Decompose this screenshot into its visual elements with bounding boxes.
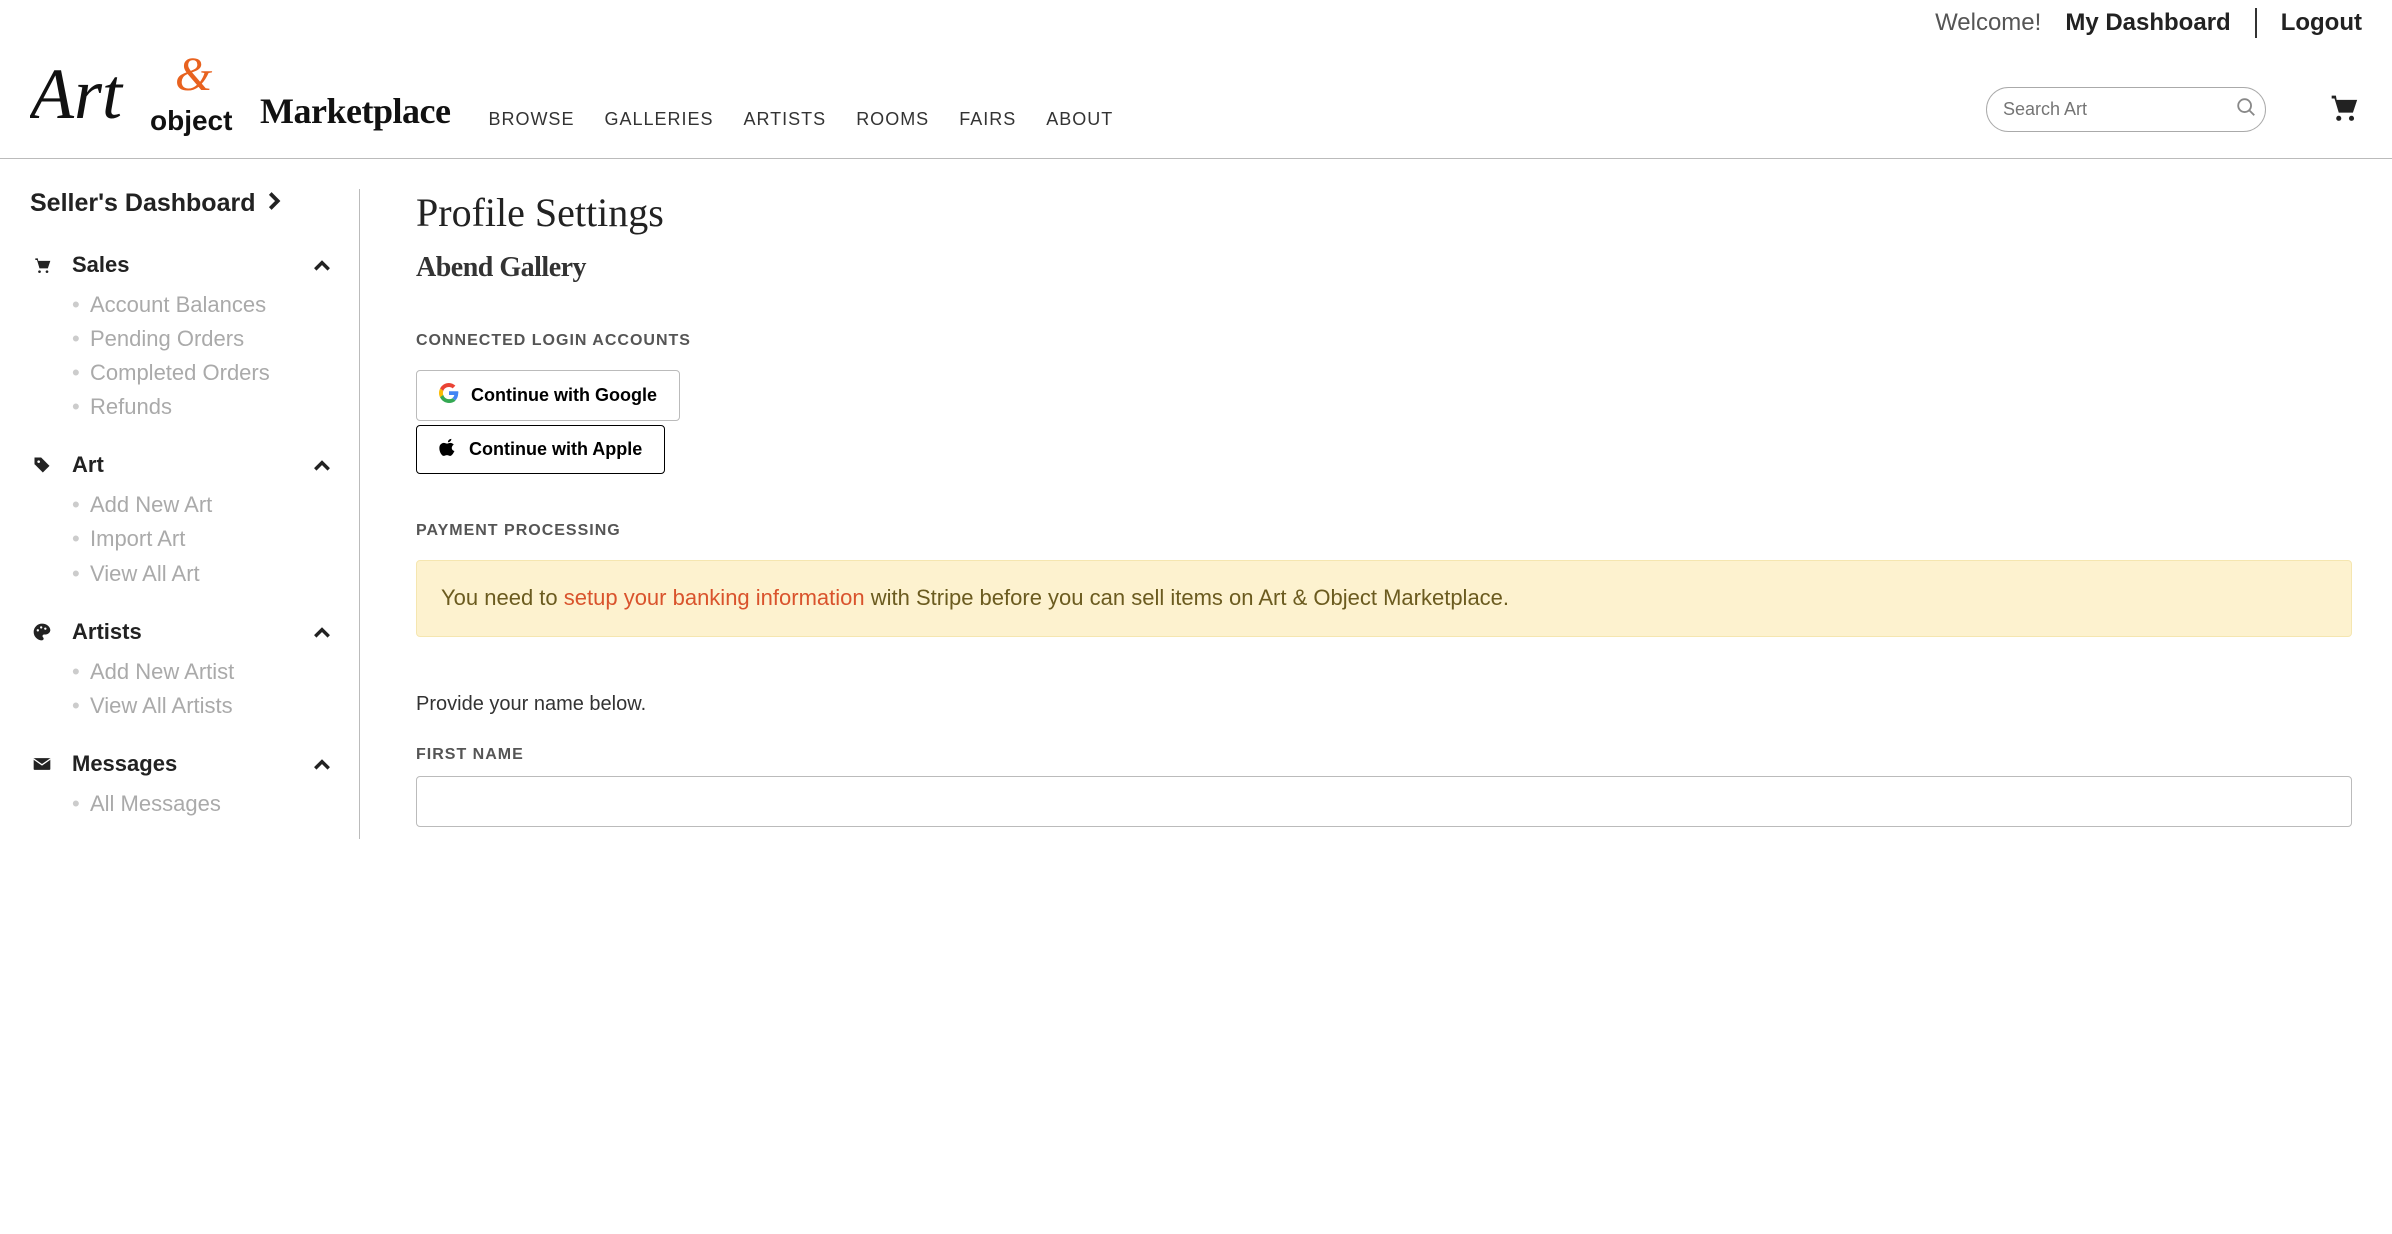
cart-icon (30, 255, 54, 275)
topbar-divider (2255, 8, 2257, 38)
welcome-text: Welcome! (1935, 9, 2041, 37)
header-right (1986, 87, 2362, 132)
payment-processing-label: PAYMENT PROCESSING (416, 522, 2352, 540)
sidebar-item-add-new-art[interactable]: Add New Art (72, 488, 343, 522)
topbar: Welcome! My Dashboard Logout (0, 0, 2392, 38)
main: Seller's Dashboard Sales Account Balance… (0, 159, 2392, 879)
apple-button-label: Continue with Apple (469, 439, 642, 460)
sidebar-title[interactable]: Seller's Dashboard (30, 189, 343, 218)
sidebar: Seller's Dashboard Sales Account Balance… (30, 189, 360, 839)
nav-fairs[interactable]: FAIRS (959, 109, 1016, 130)
logo-wrap[interactable]: Art & object Marketplace (30, 48, 450, 138)
chevron-up-icon (313, 252, 331, 278)
gallery-name: Abend Gallery (416, 252, 2352, 284)
search-input[interactable] (2003, 99, 2235, 120)
nav-artists[interactable]: ARTISTS (744, 109, 827, 130)
logout-link[interactable]: Logout (2281, 9, 2362, 37)
sidebar-list-sales: Account Balances Pending Orders Complete… (30, 288, 343, 424)
banking-alert: You need to setup your banking informati… (416, 560, 2352, 637)
content: Profile Settings Abend Gallery CONNECTED… (360, 189, 2362, 839)
cart-icon[interactable] (2324, 90, 2362, 129)
setup-banking-link[interactable]: setup your banking information (564, 585, 865, 610)
chevron-up-icon (313, 619, 331, 645)
sidebar-item-pending-orders[interactable]: Pending Orders (72, 322, 343, 356)
chevron-up-icon (313, 751, 331, 777)
sidebar-item-refunds[interactable]: Refunds (72, 390, 343, 424)
continue-with-google-button[interactable]: Continue with Google (416, 370, 680, 421)
apple-icon (439, 438, 457, 461)
name-helper-text: Provide your name below. (416, 693, 2352, 716)
sidebar-item-view-all-artists[interactable]: View All Artists (72, 689, 343, 723)
nav-browse[interactable]: BROWSE (488, 109, 574, 130)
sidebar-group-label: Art (72, 452, 104, 478)
sidebar-item-add-new-artist[interactable]: Add New Artist (72, 655, 343, 689)
connected-login-label: CONNECTED LOGIN ACCOUNTS (416, 332, 2352, 350)
alert-post: with Stripe before you can sell items on… (865, 585, 1509, 610)
sidebar-list-art: Add New Art Import Art View All Art (30, 488, 343, 590)
sidebar-group-art[interactable]: Art (30, 442, 343, 488)
sidebar-group-label: Messages (72, 751, 177, 777)
chevron-up-icon (313, 452, 331, 478)
google-button-label: Continue with Google (471, 385, 657, 406)
svg-text:object: object (150, 105, 232, 136)
palette-icon (30, 622, 54, 642)
sidebar-group-sales[interactable]: Sales (30, 242, 343, 288)
first-name-label: FIRST NAME (416, 746, 2352, 764)
sidebar-item-import-art[interactable]: Import Art (72, 522, 343, 556)
alert-pre: You need to (441, 585, 564, 610)
sidebar-title-label: Seller's Dashboard (30, 189, 255, 218)
envelope-icon (30, 754, 54, 774)
svg-text:&: & (175, 48, 213, 101)
sidebar-group-label: Sales (72, 252, 130, 278)
marketplace-label: Marketplace (260, 90, 450, 132)
sidebar-group-label: Artists (72, 619, 142, 645)
search-box[interactable] (1986, 87, 2266, 132)
tag-icon (30, 455, 54, 475)
logo-icon: Art & object (30, 48, 250, 138)
search-icon[interactable] (2235, 96, 2257, 123)
nav-about[interactable]: ABOUT (1046, 109, 1113, 130)
sidebar-group-artists[interactable]: Artists (30, 609, 343, 655)
my-dashboard-link[interactable]: My Dashboard (2065, 9, 2230, 37)
sidebar-item-all-messages[interactable]: All Messages (72, 787, 343, 821)
continue-with-apple-button[interactable]: Continue with Apple (416, 425, 665, 474)
page-title: Profile Settings (416, 189, 2352, 236)
payment-section: PAYMENT PROCESSING You need to setup you… (416, 522, 2352, 637)
nav-rooms[interactable]: ROOMS (856, 109, 929, 130)
chevron-right-icon (267, 189, 281, 218)
sidebar-item-completed-orders[interactable]: Completed Orders (72, 356, 343, 390)
svg-text:Art: Art (30, 54, 124, 134)
header: Art & object Marketplace BROWSE GALLERIE… (0, 38, 2392, 159)
sidebar-item-view-all-art[interactable]: View All Art (72, 557, 343, 591)
first-name-input[interactable] (416, 776, 2352, 827)
sidebar-list-messages: All Messages (30, 787, 343, 821)
nav-galleries[interactable]: GALLERIES (604, 109, 713, 130)
sidebar-group-messages[interactable]: Messages (30, 741, 343, 787)
main-nav: BROWSE GALLERIES ARTISTS ROOMS FAIRS ABO… (488, 109, 1113, 130)
sidebar-item-account-balances[interactable]: Account Balances (72, 288, 343, 322)
google-icon (439, 383, 459, 408)
sidebar-list-artists: Add New Artist View All Artists (30, 655, 343, 723)
